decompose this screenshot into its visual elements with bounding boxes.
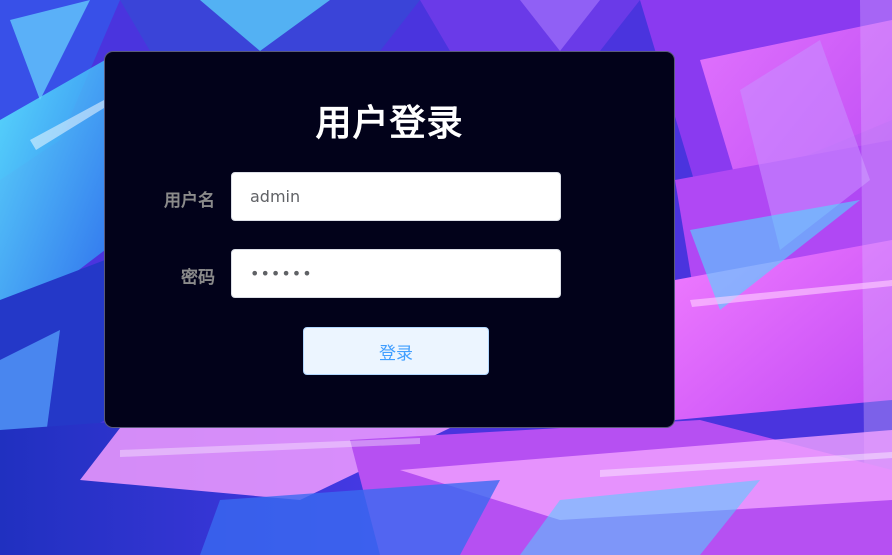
login-title: 用户登录	[315, 103, 464, 144]
username-input[interactable]	[231, 172, 561, 221]
login-button[interactable]: 登录	[303, 327, 489, 375]
username-label: 用户名	[164, 191, 215, 211]
password-input[interactable]	[231, 249, 561, 298]
password-label: 密码	[181, 268, 215, 288]
login-card: 用户登录 用户名 密码 登录	[104, 51, 675, 428]
